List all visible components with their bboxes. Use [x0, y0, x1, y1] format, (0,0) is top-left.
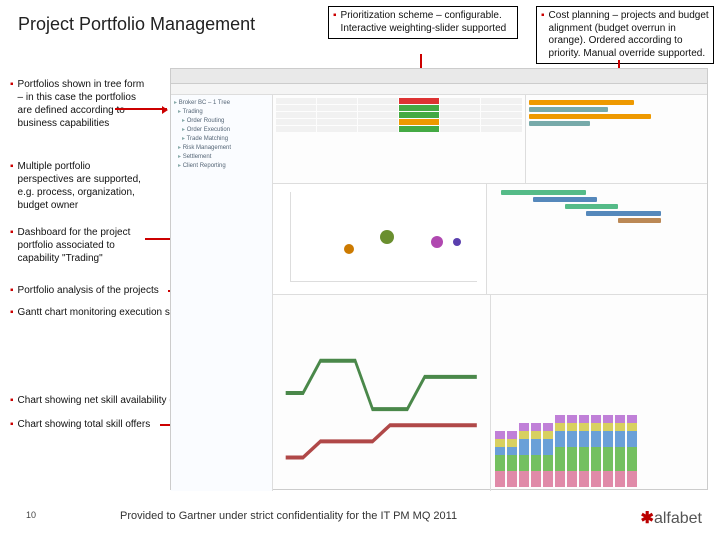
page-number: 10: [26, 510, 36, 520]
net-skill-chart: [273, 295, 491, 491]
portfolio-tree: Broker BC – 1 TreeTradingOrder RoutingOr…: [171, 95, 273, 491]
total-skill-chart: [491, 295, 708, 491]
note-dashboard: ▪Dashboard for the project portfolio ass…: [10, 226, 145, 267]
panel-cost-planning: [526, 95, 707, 183]
panel-prioritization: [273, 95, 526, 183]
budget-bars: [529, 98, 704, 128]
callout-cost-planning: ▪Cost planning – projects and budget ali…: [536, 6, 714, 64]
confidentiality-footer: Provided to Gartner under strict confide…: [120, 510, 457, 522]
app-screenshot: Broker BC – 1 TreeTradingOrder RoutingOr…: [170, 68, 708, 490]
note-tree: ▪Portfolios shown in tree form – in this…: [10, 78, 145, 132]
callout-text: Cost planning – projects and budget alig…: [549, 10, 709, 60]
vendor-logo: ✱alfabet: [641, 508, 702, 528]
bubble-chart: [273, 184, 487, 294]
callout-prioritization: ▪Prioritization scheme – configurable. I…: [328, 6, 518, 39]
arrow-icon: [115, 108, 167, 110]
callout-text: Prioritization scheme – configurable. In…: [341, 10, 513, 35]
bullet-icon: ▪: [541, 10, 545, 60]
note-perspectives: ▪Multiple portfolio perspectives are sup…: [10, 160, 145, 214]
app-toolbar: [171, 69, 707, 84]
priority-grid: [276, 98, 522, 132]
page-title: Project Portfolio Management: [18, 14, 255, 35]
bullet-icon: ▪: [333, 10, 337, 35]
app-tabbar: [171, 84, 707, 95]
gantt-chart: [487, 184, 708, 294]
